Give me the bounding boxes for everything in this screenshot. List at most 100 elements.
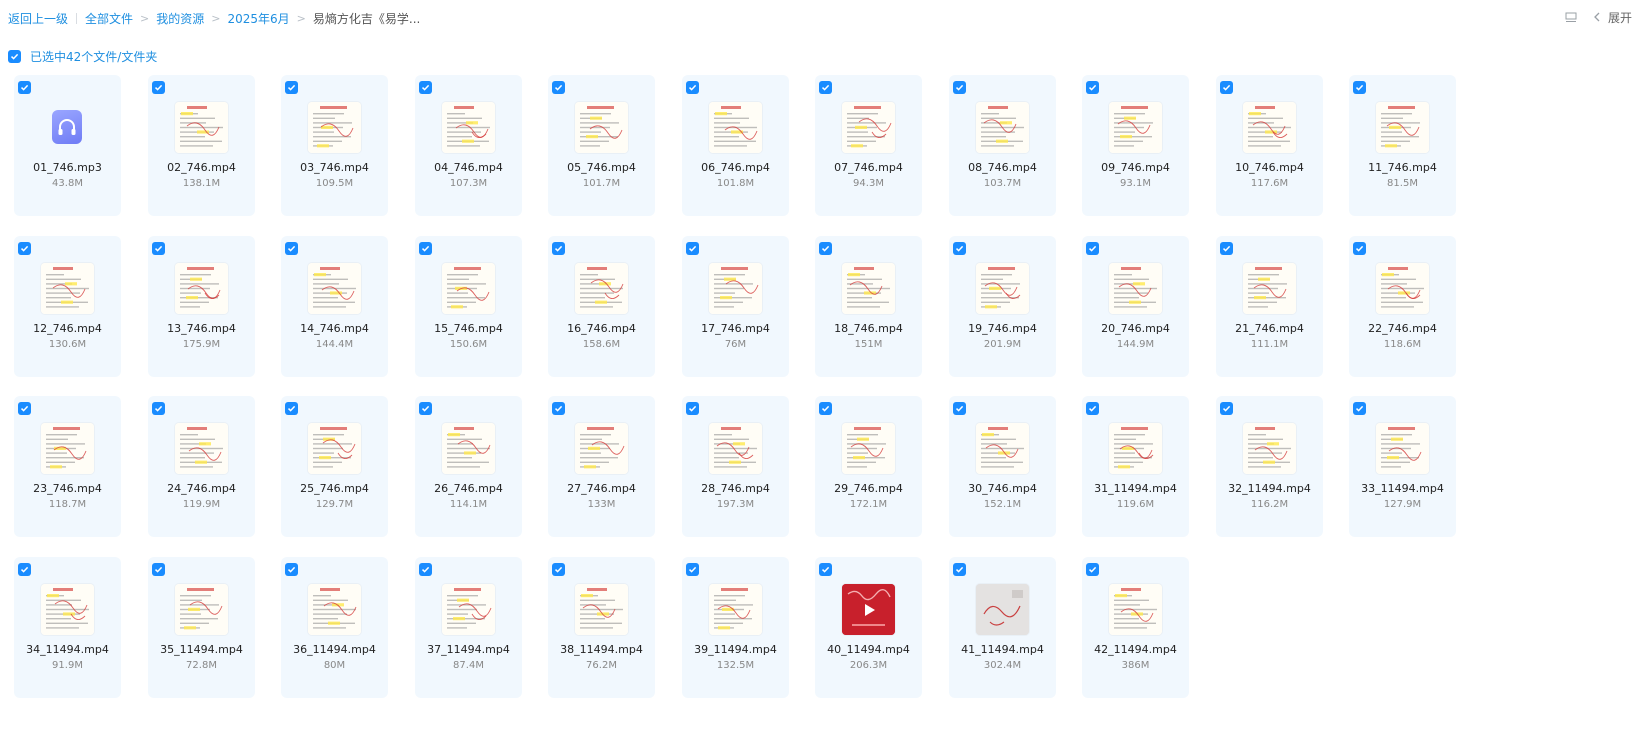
file-size: 206.3M <box>849 660 888 671</box>
file-card[interactable]: 02_746.mp4 138.1M <box>148 75 255 216</box>
file-checkbox[interactable] <box>419 81 432 94</box>
breadcrumb-my-resources[interactable]: 我的资源 <box>156 10 204 27</box>
file-card[interactable]: 17_746.mp4 76M <box>682 236 789 377</box>
file-checkbox[interactable] <box>285 81 298 94</box>
file-card[interactable]: 06_746.mp4 101.8M <box>682 75 789 216</box>
file-card[interactable]: 36_11494.mp4 80M <box>281 557 388 698</box>
file-checkbox[interactable] <box>686 402 699 415</box>
file-checkbox[interactable] <box>686 563 699 576</box>
file-card[interactable]: 42_11494.mp4 386M <box>1082 557 1189 698</box>
file-card[interactable]: 13_746.mp4 175.9M <box>148 236 255 377</box>
back-link[interactable]: 返回上一级 <box>8 10 68 27</box>
file-card[interactable]: 28_746.mp4 197.3M <box>682 396 789 537</box>
file-card[interactable]: 20_746.mp4 144.9M <box>1082 236 1189 377</box>
file-checkbox[interactable] <box>953 563 966 576</box>
file-checkbox[interactable] <box>819 402 832 415</box>
file-checkbox[interactable] <box>152 563 165 576</box>
file-checkbox[interactable] <box>152 81 165 94</box>
file-name: 26_746.mp4 <box>434 482 503 495</box>
file-checkbox[interactable] <box>552 563 565 576</box>
file-checkbox[interactable] <box>285 563 298 576</box>
file-card[interactable]: 34_11494.mp4 91.9M <box>14 557 121 698</box>
file-card[interactable]: 33_11494.mp4 127.9M <box>1349 396 1456 537</box>
file-card[interactable]: 08_746.mp4 103.7M <box>949 75 1056 216</box>
file-card[interactable]: 27_746.mp4 133M <box>548 396 655 537</box>
file-name: 03_746.mp4 <box>300 161 369 174</box>
file-checkbox[interactable] <box>285 402 298 415</box>
file-checkbox[interactable] <box>1353 242 1366 255</box>
file-card[interactable]: 16_746.mp4 158.6M <box>548 236 655 377</box>
file-card[interactable]: 01_746.mp3 43.8M <box>14 75 121 216</box>
file-card[interactable]: 19_746.mp4 201.9M <box>949 236 1056 377</box>
file-checkbox[interactable] <box>552 242 565 255</box>
file-checkbox[interactable] <box>18 563 31 576</box>
file-card[interactable]: 10_746.mp4 117.6M <box>1216 75 1323 216</box>
file-checkbox[interactable] <box>1086 81 1099 94</box>
file-checkbox[interactable] <box>419 242 432 255</box>
file-checkbox[interactable] <box>419 402 432 415</box>
view-mode-icon[interactable] <box>1564 11 1578 25</box>
file-checkbox[interactable] <box>18 402 31 415</box>
file-card[interactable]: 07_746.mp4 94.3M <box>815 75 922 216</box>
file-checkbox[interactable] <box>419 563 432 576</box>
headphones-icon <box>52 110 82 144</box>
file-checkbox[interactable] <box>18 242 31 255</box>
file-checkbox[interactable] <box>1086 402 1099 415</box>
file-checkbox[interactable] <box>285 242 298 255</box>
file-name: 06_746.mp4 <box>701 161 770 174</box>
file-checkbox[interactable] <box>686 81 699 94</box>
file-checkbox[interactable] <box>953 242 966 255</box>
file-card[interactable]: 09_746.mp4 93.1M <box>1082 75 1189 216</box>
file-checkbox[interactable] <box>953 402 966 415</box>
file-card[interactable]: 21_746.mp4 111.1M <box>1216 236 1323 377</box>
chevron-left-icon[interactable] <box>1590 11 1604 25</box>
file-checkbox[interactable] <box>1353 402 1366 415</box>
file-checkbox[interactable] <box>152 402 165 415</box>
file-card[interactable]: 11_746.mp4 81.5M <box>1349 75 1456 216</box>
file-checkbox[interactable] <box>1086 563 1099 576</box>
file-checkbox[interactable] <box>152 242 165 255</box>
file-checkbox[interactable] <box>1353 81 1366 94</box>
file-card[interactable]: 30_746.mp4 152.1M <box>949 396 1056 537</box>
file-card[interactable]: 23_746.mp4 118.7M <box>14 396 121 537</box>
file-checkbox[interactable] <box>552 81 565 94</box>
file-card[interactable]: 32_11494.mp4 116.2M <box>1216 396 1323 537</box>
file-card[interactable]: 37_11494.mp4 87.4M <box>415 557 522 698</box>
file-checkbox[interactable] <box>819 81 832 94</box>
file-card[interactable]: 04_746.mp4 107.3M <box>415 75 522 216</box>
file-checkbox[interactable] <box>686 242 699 255</box>
file-checkbox[interactable] <box>552 402 565 415</box>
file-card[interactable]: 40_11494.mp4 206.3M <box>815 557 922 698</box>
breadcrumb-all-files[interactable]: 全部文件 <box>85 10 133 27</box>
file-checkbox[interactable] <box>1220 402 1233 415</box>
video-thumbnail <box>842 423 895 474</box>
file-checkbox[interactable] <box>953 81 966 94</box>
file-card[interactable]: 29_746.mp4 172.1M <box>815 396 922 537</box>
file-card[interactable]: 05_746.mp4 101.7M <box>548 75 655 216</box>
file-checkbox[interactable] <box>1220 242 1233 255</box>
file-card[interactable]: 41_11494.mp4 302.4M <box>949 557 1056 698</box>
file-checkbox[interactable] <box>18 81 31 94</box>
file-card[interactable]: 15_746.mp4 150.6M <box>415 236 522 377</box>
select-all-checkbox[interactable] <box>8 50 21 63</box>
file-size: 201.9M <box>983 339 1022 350</box>
file-card[interactable]: 12_746.mp4 130.6M <box>14 236 121 377</box>
file-card[interactable]: 39_11494.mp4 132.5M <box>682 557 789 698</box>
file-card[interactable]: 25_746.mp4 129.7M <box>281 396 388 537</box>
file-card[interactable]: 24_746.mp4 119.9M <box>148 396 255 537</box>
file-card[interactable]: 31_11494.mp4 119.6M <box>1082 396 1189 537</box>
file-card[interactable]: 18_746.mp4 151M <box>815 236 922 377</box>
file-checkbox[interactable] <box>819 563 832 576</box>
file-card[interactable]: 22_746.mp4 118.6M <box>1349 236 1456 377</box>
file-card[interactable]: 14_746.mp4 144.4M <box>281 236 388 377</box>
file-card[interactable]: 38_11494.mp4 76.2M <box>548 557 655 698</box>
file-card[interactable]: 35_11494.mp4 72.8M <box>148 557 255 698</box>
file-checkbox[interactable] <box>1086 242 1099 255</box>
file-card[interactable]: 26_746.mp4 114.1M <box>415 396 522 537</box>
file-card[interactable]: 03_746.mp4 109.5M <box>281 75 388 216</box>
file-checkbox[interactable] <box>1220 81 1233 94</box>
video-thumbnail <box>709 423 762 474</box>
file-checkbox[interactable] <box>819 242 832 255</box>
expand-button[interactable]: 展开 <box>1608 9 1632 26</box>
breadcrumb-month[interactable]: 2025年6月 <box>227 10 289 27</box>
